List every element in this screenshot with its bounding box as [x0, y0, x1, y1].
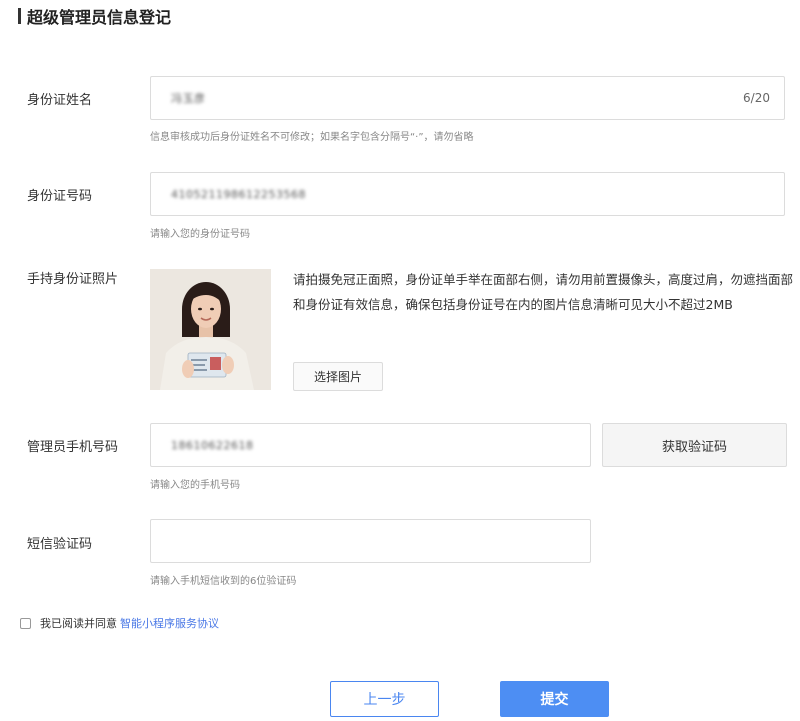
- id-label: 身份证号码: [27, 189, 93, 204]
- submit-button[interactable]: 提交: [500, 681, 609, 717]
- agreement-link[interactable]: 智能小程序服务协议: [120, 615, 219, 631]
- phone-hint: 请输入您的手机号码: [150, 480, 240, 491]
- sms-hint: 请输入手机短信收到的6位验证码: [150, 576, 297, 587]
- name-counter: 6/20: [743, 91, 770, 105]
- id-value: 410521198612253568: [171, 187, 306, 201]
- title-bar: [18, 8, 21, 24]
- agreement-text: 我已阅读并同意: [40, 617, 117, 630]
- agreement-row: 我已阅读并同意 智能小程序服务协议: [20, 615, 219, 631]
- id-hint: 请输入您的身份证号码: [150, 229, 250, 240]
- page-title-text: 超级管理员信息登记: [27, 8, 172, 27]
- sms-code-input[interactable]: [150, 519, 591, 563]
- name-input[interactable]: 冯玉彦 6/20: [150, 76, 785, 120]
- photo-instructions: 请拍摄免冠正面照，身份证单手举在面部右侧，请勿用前置摄像头，高度过肩，勿遮挡面部…: [293, 272, 794, 312]
- phone-input[interactable]: 18610622618: [150, 423, 591, 467]
- id-input[interactable]: 410521198612253568: [150, 172, 785, 216]
- person-holding-id-image: [150, 269, 271, 390]
- name-label: 身份证姓名: [27, 93, 93, 108]
- name-hint: 信息审核成功后身份证姓名不可修改；如果名字包含分隔号“·”，请勿省略: [150, 132, 474, 143]
- get-code-button[interactable]: 获取验证码: [602, 423, 787, 467]
- id-photo-thumbnail: [150, 269, 271, 390]
- choose-image-button[interactable]: 选择图片: [293, 362, 383, 391]
- page-title: 超级管理员信息登记: [18, 6, 172, 27]
- phone-label: 管理员手机号码: [27, 440, 119, 455]
- name-value: 冯玉彦: [171, 92, 206, 105]
- sms-label: 短信验证码: [27, 537, 93, 552]
- prev-step-button[interactable]: 上一步: [330, 681, 439, 717]
- photo-label: 手持身份证照片: [27, 272, 119, 287]
- phone-value: 18610622618: [171, 438, 254, 452]
- agreement-checkbox[interactable]: [20, 617, 31, 629]
